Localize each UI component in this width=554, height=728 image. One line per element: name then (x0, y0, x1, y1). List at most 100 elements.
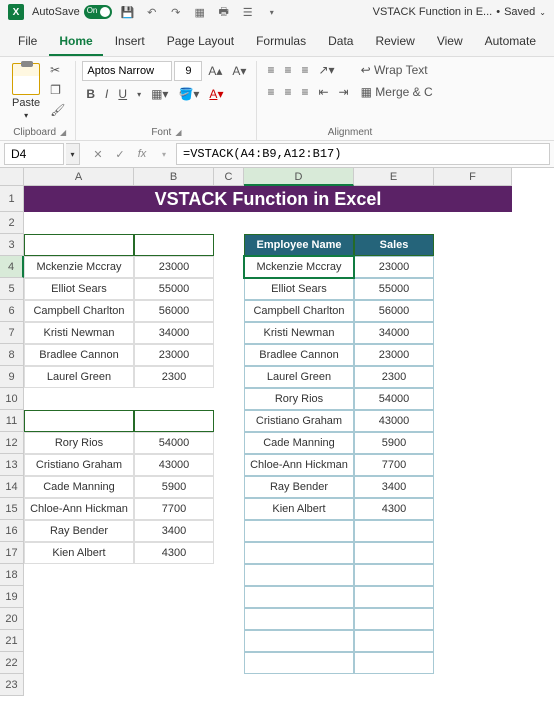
orientation-icon[interactable]: ↗▾ (314, 61, 338, 79)
align-bottom-icon[interactable]: ≡ (297, 61, 312, 79)
col-header-E[interactable]: E (354, 168, 434, 186)
col-header-B[interactable]: B (134, 168, 214, 186)
col-header-C[interactable]: C (214, 168, 244, 186)
cell[interactable] (244, 630, 354, 652)
tab-insert[interactable]: Insert (105, 28, 155, 56)
tab-file[interactable]: File (8, 28, 47, 56)
align-center-icon[interactable]: ≡ (280, 83, 295, 101)
cell[interactable]: Laurel Green (24, 366, 134, 388)
cell[interactable]: Cristiano Graham (24, 454, 134, 476)
col-header-F[interactable]: F (434, 168, 512, 186)
cell[interactable] (244, 520, 354, 542)
decrease-font-icon[interactable]: A▾ (228, 62, 250, 80)
row-header-17[interactable]: 17 (0, 542, 24, 564)
cell[interactable] (244, 542, 354, 564)
cell[interactable]: Cade Manning (244, 432, 354, 454)
cell[interactable]: Chloe-Ann Hickman (24, 498, 134, 520)
cell[interactable]: Kien Albert (244, 498, 354, 520)
cell[interactable]: Cristiano Graham (244, 410, 354, 432)
cell[interactable]: 3400 (134, 520, 214, 542)
cell[interactable]: Bradlee Cannon (244, 344, 354, 366)
clipboard-dialog-launcher[interactable]: ◢ (60, 128, 66, 137)
formula-bar-input[interactable] (176, 143, 550, 165)
qat-icon-1[interactable]: ▦ (192, 4, 208, 20)
cell[interactable]: 34000 (354, 322, 434, 344)
cell[interactable]: Rory Rios (244, 388, 354, 410)
qat-icon-3[interactable]: ☰ (240, 4, 256, 20)
font-name-input[interactable] (82, 61, 172, 81)
format-painter-icon[interactable]: 🖌 (46, 101, 69, 119)
cell[interactable]: Mckenzie Mccray (244, 256, 354, 278)
font-size-input[interactable] (174, 61, 202, 81)
underline-button[interactable]: U (114, 85, 131, 103)
cell[interactable] (354, 542, 434, 564)
cell[interactable]: 23000 (134, 344, 214, 366)
cell[interactable]: Bradlee Cannon (24, 344, 134, 366)
align-right-icon[interactable]: ≡ (297, 83, 312, 101)
cell[interactable]: Employee Name (244, 234, 354, 256)
cell[interactable]: Elliot Sears (24, 278, 134, 300)
cell[interactable]: Elliot Sears (244, 278, 354, 300)
sheet-title[interactable]: VSTACK Function in Excel (24, 186, 512, 212)
row-header-15[interactable]: 15 (0, 498, 24, 520)
cell[interactable]: Sales (354, 234, 434, 256)
cell[interactable]: Employee Name (24, 410, 134, 432)
row-header-20[interactable]: 20 (0, 608, 24, 630)
cell[interactable]: 7700 (354, 454, 434, 476)
cell[interactable]: 23000 (354, 256, 434, 278)
autosave-toggle[interactable]: On (84, 5, 112, 19)
cell[interactable] (244, 586, 354, 608)
cell[interactable]: Laurel Green (244, 366, 354, 388)
row-header-1[interactable]: 1 (0, 186, 24, 212)
cell[interactable]: Ray Bender (244, 476, 354, 498)
tab-review[interactable]: Review (365, 28, 424, 56)
row-header-5[interactable]: 5 (0, 278, 24, 300)
cell[interactable]: 43000 (354, 410, 434, 432)
row-header-2[interactable]: 2 (0, 212, 24, 234)
row-header-18[interactable]: 18 (0, 564, 24, 586)
row-header-7[interactable]: 7 (0, 322, 24, 344)
undo-icon[interactable]: ↶ (144, 4, 160, 20)
cell[interactable] (244, 652, 354, 674)
font-color-icon[interactable]: A▾ (205, 85, 227, 103)
tab-view[interactable]: View (427, 28, 473, 56)
row-header-6[interactable]: 6 (0, 300, 24, 322)
font-dialog-launcher[interactable]: ◢ (175, 128, 181, 137)
wrap-text-button[interactable]: ↩ Wrap Text (357, 61, 432, 79)
row-header-14[interactable]: 14 (0, 476, 24, 498)
copy-icon[interactable]: ❐ (46, 81, 69, 99)
cell[interactable]: Cade Manning (24, 476, 134, 498)
align-middle-icon[interactable]: ≡ (280, 61, 295, 79)
paste-button[interactable]: Paste ▾ (10, 61, 42, 122)
cell[interactable] (354, 520, 434, 542)
borders-icon[interactable]: ▦▾ (147, 85, 172, 103)
tab-formulas[interactable]: Formulas (246, 28, 316, 56)
fx-icon[interactable]: fx (132, 143, 152, 165)
cell[interactable]: 43000 (134, 454, 214, 476)
cell[interactable]: 56000 (134, 300, 214, 322)
cell[interactable]: 5900 (354, 432, 434, 454)
redo-icon[interactable]: ↷ (168, 4, 184, 20)
cell[interactable]: Kien Albert (24, 542, 134, 564)
cell[interactable]: Employee Name (24, 234, 134, 256)
cell[interactable] (354, 586, 434, 608)
increase-indent-icon[interactable]: ⇥ (335, 83, 353, 101)
qat-customize-icon[interactable]: ▾ (264, 4, 280, 20)
cell[interactable]: 3400 (354, 476, 434, 498)
row-header-16[interactable]: 16 (0, 520, 24, 542)
cell[interactable] (354, 630, 434, 652)
bold-button[interactable]: B (82, 85, 99, 103)
cell[interactable]: 4300 (354, 498, 434, 520)
name-box-dropdown[interactable]: ▾ (66, 143, 80, 165)
cell[interactable]: 4300 (134, 542, 214, 564)
cell[interactable]: Kristi Newman (244, 322, 354, 344)
increase-font-icon[interactable]: A▴ (204, 62, 226, 80)
cell[interactable] (244, 564, 354, 586)
row-header-3[interactable]: 3 (0, 234, 24, 256)
cell[interactable]: Sales (134, 410, 214, 432)
fill-color-icon[interactable]: 🪣▾ (174, 85, 203, 103)
row-header-10[interactable]: 10 (0, 388, 24, 410)
cell[interactable]: Campbell Charlton (244, 300, 354, 322)
cell[interactable]: 23000 (134, 256, 214, 278)
cell[interactable]: 5900 (134, 476, 214, 498)
